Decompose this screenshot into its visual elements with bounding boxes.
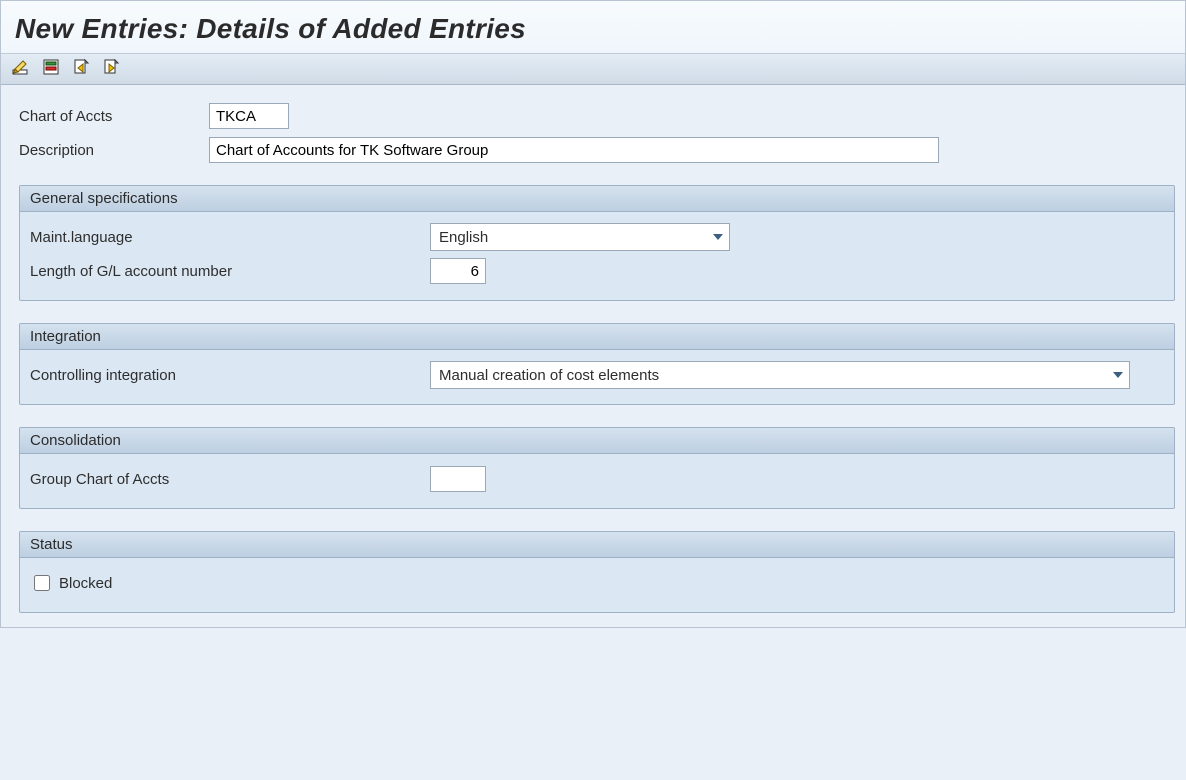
group-title-status: Status xyxy=(20,532,1174,558)
chart-of-accts-input[interactable] xyxy=(209,103,289,129)
controlling-integration-value: Manual creation of cost elements xyxy=(439,367,659,384)
group-status: Status Blocked xyxy=(19,531,1175,613)
group-integration: Integration Controlling integration Manu… xyxy=(19,323,1175,405)
gl-length-label: Length of G/L account number xyxy=(30,263,430,280)
group-title-integration: Integration xyxy=(20,324,1174,350)
page-title: New Entries: Details of Added Entries xyxy=(15,13,1171,45)
group-title-consolidation: Consolidation xyxy=(20,428,1174,454)
maint-language-label: Maint.language xyxy=(30,229,430,246)
sap-detail-screen: New Entries: Details of Added Entries xyxy=(0,0,1186,628)
chevron-down-icon xyxy=(1113,372,1123,378)
group-title-general: General specifications xyxy=(20,186,1174,212)
group-chart-of-accts-input[interactable] xyxy=(430,466,486,492)
maint-language-select[interactable]: English xyxy=(430,223,730,251)
group-general-specifications: General specifications Maint.language En… xyxy=(19,185,1175,301)
toggle-edit-button[interactable] xyxy=(9,58,33,80)
controlling-integration-select[interactable]: Manual creation of cost elements xyxy=(430,361,1130,389)
description-label: Description xyxy=(19,142,209,159)
chart-of-accts-label: Chart of Accts xyxy=(19,108,209,125)
gl-length-input[interactable] xyxy=(430,258,486,284)
delete-button[interactable] xyxy=(39,58,63,80)
previous-entry-button[interactable] xyxy=(69,58,93,80)
chevron-down-icon xyxy=(713,234,723,240)
next-entry-icon xyxy=(102,58,120,80)
maint-language-value: English xyxy=(439,229,488,246)
toolbar xyxy=(1,54,1185,85)
group-chart-of-accts-label: Group Chart of Accts xyxy=(30,471,430,488)
next-entry-button[interactable] xyxy=(99,58,123,80)
blocked-label: Blocked xyxy=(59,575,112,592)
content-area: Chart of Accts Description General speci… xyxy=(1,85,1185,627)
controlling-integration-label: Controlling integration xyxy=(30,367,430,384)
edit-icon xyxy=(12,58,30,80)
blocked-checkbox[interactable] xyxy=(34,575,50,591)
blocked-checkbox-row[interactable]: Blocked xyxy=(30,572,112,594)
title-bar: New Entries: Details of Added Entries xyxy=(1,1,1185,54)
prev-entry-icon xyxy=(72,58,90,80)
group-consolidation: Consolidation Group Chart of Accts xyxy=(19,427,1175,509)
description-input[interactable] xyxy=(209,137,939,163)
delete-icon xyxy=(42,58,60,80)
